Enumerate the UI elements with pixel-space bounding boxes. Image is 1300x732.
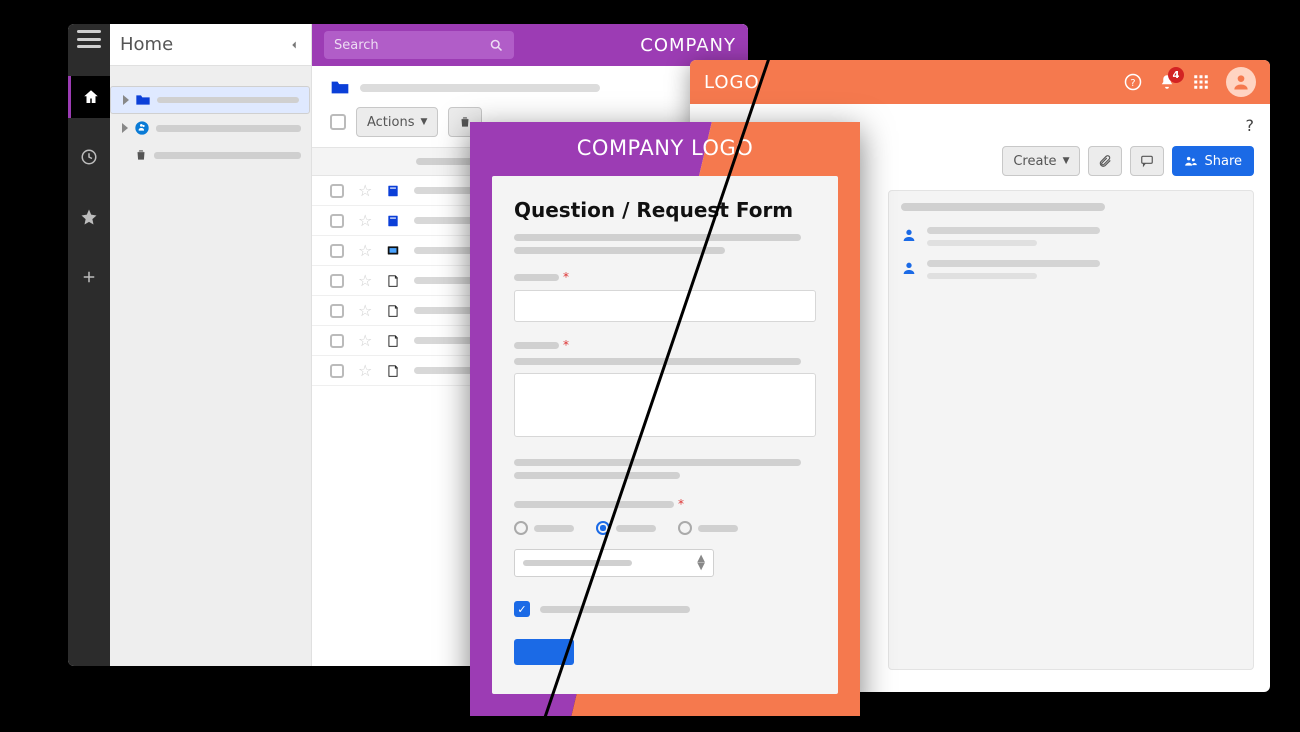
right-panel: Create▼ Share (888, 146, 1254, 670)
row-checkbox[interactable] (330, 334, 344, 348)
row-checkbox[interactable] (330, 304, 344, 318)
trash-icon (134, 148, 148, 162)
request-form: Question / Request Form * * * ▲▼ (492, 176, 838, 694)
submit-button[interactable] (514, 639, 574, 665)
star-icon[interactable]: ☆ (358, 271, 372, 290)
nav-home-icon[interactable] (68, 76, 110, 118)
page-title: Home (120, 34, 173, 55)
folder-icon (330, 80, 350, 95)
note-icon (386, 304, 400, 318)
svg-text:?: ? (1130, 78, 1135, 89)
top-bar: LOGO ? 4 (690, 60, 1270, 104)
apps-grid-icon[interactable] (1192, 73, 1210, 91)
row-checkbox[interactable] (330, 244, 344, 258)
note-icon (386, 364, 400, 378)
header-actions: ? 4 (1124, 67, 1256, 97)
member-row[interactable] (901, 227, 1241, 246)
note-icon (386, 274, 400, 288)
breadcrumb (312, 66, 748, 101)
nav-rail (68, 24, 110, 666)
actions-dropdown-button[interactable]: Actions▼ (356, 107, 438, 137)
user-icon (901, 227, 917, 243)
panel-toolbar: Create▼ Share (888, 146, 1254, 176)
star-icon[interactable]: ☆ (358, 181, 372, 200)
field-label: * (514, 338, 816, 352)
nav-add-icon[interactable] (68, 256, 110, 298)
star-icon[interactable]: ☆ (358, 211, 372, 230)
expand-icon[interactable] (122, 123, 128, 133)
help-icon[interactable]: ? (1124, 73, 1142, 91)
radio-option[interactable] (514, 521, 574, 535)
people-icon (1184, 154, 1198, 168)
comment-icon (1140, 154, 1154, 168)
tree-item-trash[interactable] (110, 142, 311, 168)
share-panel-card (888, 190, 1254, 670)
textarea-input[interactable] (514, 373, 816, 437)
people-icon (134, 120, 150, 136)
form-title: Question / Request Form (514, 198, 816, 222)
context-help-icon[interactable]: ? (1246, 116, 1255, 135)
notification-badge: 4 (1168, 67, 1184, 83)
hamburger-icon[interactable] (77, 30, 101, 48)
folder-icon (135, 94, 151, 106)
radio-option[interactable] (678, 521, 738, 535)
note-icon (386, 334, 400, 348)
row-checkbox[interactable] (330, 214, 344, 228)
text-input[interactable] (514, 290, 816, 322)
notifications-button[interactable]: 4 (1158, 73, 1176, 91)
row-checkbox[interactable] (330, 274, 344, 288)
modal-brand: COMPANY LOGO (470, 136, 860, 160)
brand-text: LOGO (704, 72, 760, 93)
checkbox-row[interactable]: ✓ (514, 601, 816, 617)
star-icon[interactable]: ☆ (358, 241, 372, 260)
caret-icon: ▲▼ (697, 555, 705, 571)
comment-button[interactable] (1130, 146, 1164, 176)
radio-option[interactable] (596, 521, 656, 535)
search-icon (489, 38, 504, 53)
field-label: * (514, 270, 816, 284)
media-icon (386, 244, 400, 258)
search-input[interactable]: Search (324, 31, 514, 59)
top-bar: Search COMPANY (312, 24, 748, 66)
doc-icon (386, 184, 400, 198)
star-icon[interactable]: ☆ (358, 301, 372, 320)
user-avatar[interactable] (1226, 67, 1256, 97)
radio-group (514, 521, 816, 535)
select-all-checkbox[interactable] (330, 114, 346, 130)
brand-text: COMPANY (640, 35, 736, 56)
doc-icon (386, 214, 400, 228)
expand-icon[interactable] (123, 95, 129, 105)
avatar-icon (1231, 72, 1251, 92)
checkbox-checked-icon[interactable]: ✓ (514, 601, 530, 617)
field-label: * (514, 497, 816, 511)
member-row[interactable] (901, 260, 1241, 279)
form-modal: COMPANY LOGO Question / Request Form * *… (470, 122, 860, 716)
tree-item-folder[interactable] (110, 86, 310, 114)
row-checkbox[interactable] (330, 364, 344, 378)
user-icon (901, 260, 917, 276)
star-icon[interactable]: ☆ (358, 361, 372, 380)
share-button[interactable]: Share (1172, 146, 1254, 176)
nav-recent-icon[interactable] (68, 136, 110, 178)
tree-header: Home (110, 24, 311, 66)
star-icon[interactable]: ☆ (358, 331, 372, 350)
chevron-left-icon[interactable] (287, 38, 301, 52)
folder-tree-panel: Home (110, 24, 312, 666)
row-checkbox[interactable] (330, 184, 344, 198)
nav-favorites-icon[interactable] (68, 196, 110, 238)
create-dropdown-button[interactable]: Create▼ (1002, 146, 1080, 176)
select-dropdown[interactable]: ▲▼ (514, 549, 714, 577)
tree-item-shared[interactable] (110, 114, 311, 142)
paperclip-icon (1098, 154, 1112, 168)
attach-button[interactable] (1088, 146, 1122, 176)
